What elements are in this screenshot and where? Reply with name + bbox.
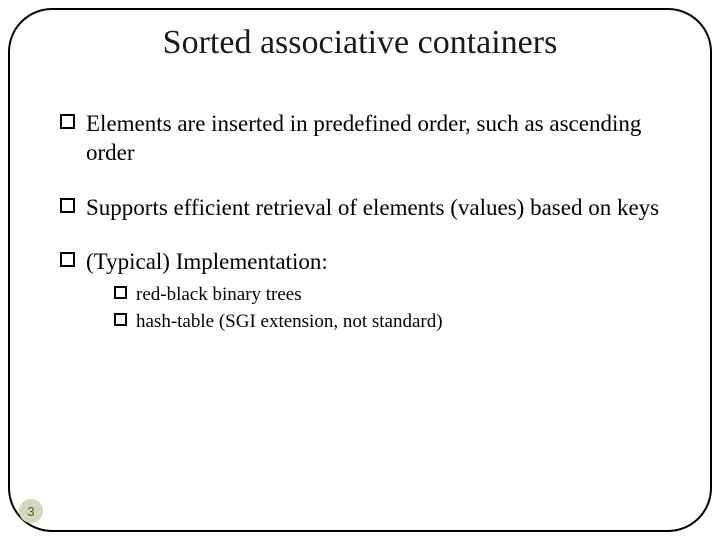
subbullet-text: red-black binary trees xyxy=(136,284,302,305)
bullet-text: (Typical) Implementation: xyxy=(86,249,328,274)
subbullet-text: hash-table (SGI extension, not standard) xyxy=(136,311,443,332)
subbullet-list: red-black binary trees hash-table (SGI e… xyxy=(60,283,670,334)
bullet-box-icon xyxy=(60,252,75,267)
bullet-text: Elements are inserted in predefined orde… xyxy=(86,111,641,165)
bullet-item: Supports efficient retrieval of elements… xyxy=(60,194,670,223)
page-number: 3 xyxy=(27,504,34,519)
bullet-box-icon xyxy=(114,286,127,299)
subbullet-item: hash-table (SGI extension, not standard) xyxy=(114,310,670,334)
subbullet-item: red-black binary trees xyxy=(114,283,670,307)
bullet-item: Elements are inserted in predefined orde… xyxy=(60,110,670,168)
bullet-box-icon xyxy=(60,198,75,213)
bullet-text: Supports efficient retrieval of elements… xyxy=(86,195,659,220)
slide-body: Elements are inserted in predefined orde… xyxy=(60,110,670,337)
page-number-badge: 3 xyxy=(19,499,43,523)
slide: Sorted associative containers Elements a… xyxy=(0,0,720,540)
bullet-box-icon xyxy=(60,114,75,129)
bullet-item: (Typical) Implementation: xyxy=(60,248,670,277)
bullet-box-icon xyxy=(114,313,127,326)
slide-title: Sorted associative containers xyxy=(0,24,720,62)
